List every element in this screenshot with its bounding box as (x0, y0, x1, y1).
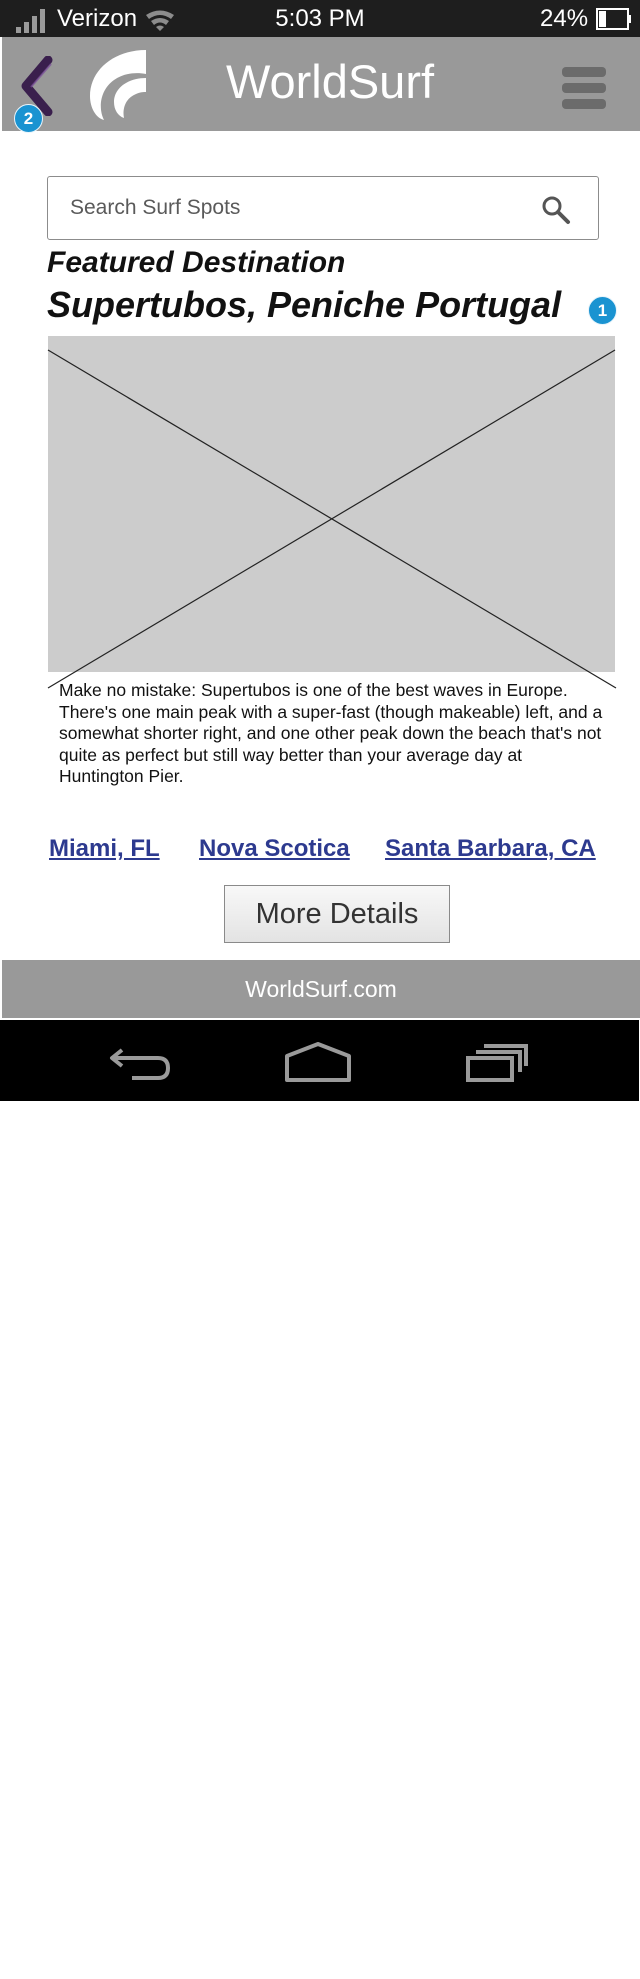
featured-title: Supertubos, Peniche Portugal (47, 284, 562, 325)
notification-badge: 2 (14, 104, 43, 133)
link-miami[interactable]: Miami, FL (49, 834, 160, 864)
footer: WorldSurf.com (2, 960, 640, 1018)
nav-back-icon[interactable] (108, 1042, 174, 1082)
more-details-button[interactable]: More Details (224, 885, 450, 943)
nav-recents-icon[interactable] (464, 1042, 530, 1082)
featured-description: Make no mistake: Supertubos is one of th… (59, 680, 603, 786)
app-title: WorldSurf (225, 55, 435, 108)
battery-icon (596, 8, 631, 30)
status-bar: Verizon 5:03 PM 24% (0, 0, 640, 37)
image-placeholder-cross (47, 349, 617, 689)
hamburger-menu-icon[interactable] (562, 67, 606, 109)
featured-label: Featured Destination (47, 246, 346, 279)
annotation-badge: 1 (588, 296, 617, 325)
search-input[interactable] (70, 191, 510, 225)
link-nova-scotia[interactable]: Nova Scotica (199, 834, 350, 864)
search-icon[interactable] (541, 195, 571, 225)
logo-wave-icon (90, 50, 146, 120)
search-box (47, 176, 599, 240)
battery-percent: 24% (540, 5, 589, 32)
nav-home-icon[interactable] (283, 1042, 353, 1082)
system-nav-bar (0, 1020, 639, 1101)
link-santa-barbara[interactable]: Santa Barbara, CA (385, 834, 596, 864)
